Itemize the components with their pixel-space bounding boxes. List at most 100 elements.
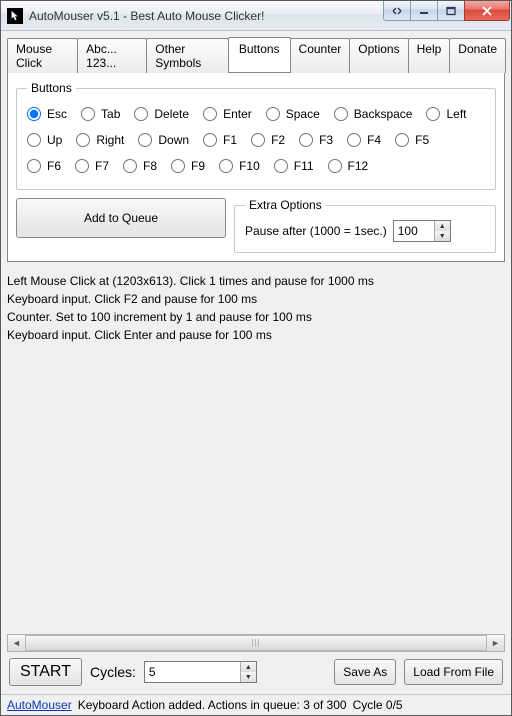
save-as-button[interactable]: Save As bbox=[334, 659, 396, 685]
radio-f4[interactable]: F4 bbox=[347, 133, 381, 147]
buttons-radio-list: Esc Tab Delete Enter Space Backspace Left Up Rig… bbox=[27, 101, 485, 179]
radio-label: F12 bbox=[348, 159, 369, 173]
radio-label: Down bbox=[158, 133, 189, 147]
pause-spin-up[interactable]: ▲ bbox=[435, 221, 450, 231]
status-bar: AutoMouser Keyboard Action added. Action… bbox=[1, 694, 511, 715]
radio-backspace[interactable]: Backspace bbox=[334, 107, 413, 121]
buttons-group-legend: Buttons bbox=[27, 81, 76, 95]
radio-input-f3[interactable] bbox=[299, 133, 313, 147]
tab-other-symbols[interactable]: Other Symbols bbox=[146, 38, 229, 73]
radio-enter[interactable]: Enter bbox=[203, 107, 252, 121]
pause-after-label: Pause after (1000 = 1sec.) bbox=[245, 224, 387, 238]
radio-input-up[interactable] bbox=[27, 133, 41, 147]
pause-after-spinner[interactable]: ▲ ▼ bbox=[393, 220, 451, 242]
status-cycle: Cycle 0/5 bbox=[353, 698, 403, 712]
radio-label: F10 bbox=[239, 159, 260, 173]
scroll-thumb[interactable] bbox=[25, 635, 487, 651]
radio-input-f5[interactable] bbox=[395, 133, 409, 147]
automouser-link[interactable]: AutoMouser bbox=[7, 698, 72, 712]
radio-f3[interactable]: F3 bbox=[299, 133, 333, 147]
load-from-file-button[interactable]: Load From File bbox=[404, 659, 503, 685]
radio-delete[interactable]: Delete bbox=[134, 107, 189, 121]
radio-f11[interactable]: F11 bbox=[274, 159, 314, 173]
radio-label: F9 bbox=[191, 159, 205, 173]
radio-f9[interactable]: F9 bbox=[171, 159, 205, 173]
radio-input-space[interactable] bbox=[266, 107, 280, 121]
cycles-spinner[interactable]: ▲ ▼ bbox=[144, 661, 257, 683]
pause-after-input[interactable] bbox=[394, 221, 434, 241]
radio-tab[interactable]: Tab bbox=[81, 107, 120, 121]
radio-label: Enter bbox=[223, 107, 252, 121]
add-to-queue-button[interactable]: Add to Queue bbox=[16, 198, 226, 238]
radio-space[interactable]: Space bbox=[266, 107, 320, 121]
radio-f7[interactable]: F7 bbox=[75, 159, 109, 173]
tab-abc123[interactable]: Abc... 123... bbox=[77, 38, 147, 73]
close-button[interactable] bbox=[464, 1, 510, 21]
queue-item[interactable]: Left Mouse Click at (1203x613). Click 1 … bbox=[7, 272, 505, 290]
scroll-right-arrow[interactable]: ► bbox=[487, 635, 504, 651]
tab-counter[interactable]: Counter bbox=[290, 38, 351, 73]
radio-input-f10[interactable] bbox=[219, 159, 233, 173]
radio-input-f4[interactable] bbox=[347, 133, 361, 147]
radio-f8[interactable]: F8 bbox=[123, 159, 157, 173]
radio-input-f6[interactable] bbox=[27, 159, 41, 173]
tab-mouse-click[interactable]: Mouse Click bbox=[7, 38, 78, 73]
cycles-spin-down[interactable]: ▼ bbox=[241, 672, 256, 682]
tab-options[interactable]: Options bbox=[349, 38, 408, 73]
radio-input-tab[interactable] bbox=[81, 107, 95, 121]
radio-right[interactable]: Right bbox=[76, 133, 124, 147]
tab-donate[interactable]: Donate bbox=[449, 38, 506, 73]
radio-label: Up bbox=[47, 133, 62, 147]
scroll-left-arrow[interactable]: ◄ bbox=[8, 635, 25, 651]
radio-input-down[interactable] bbox=[138, 133, 152, 147]
radio-input-f12[interactable] bbox=[328, 159, 342, 173]
radio-input-left[interactable] bbox=[426, 107, 440, 121]
radio-up[interactable]: Up bbox=[27, 133, 62, 147]
radio-input-f9[interactable] bbox=[171, 159, 185, 173]
minimize-button[interactable] bbox=[410, 1, 438, 21]
radio-input-f11[interactable] bbox=[274, 159, 288, 173]
horizontal-scrollbar[interactable]: ◄ ► bbox=[7, 634, 505, 652]
start-button[interactable]: START bbox=[9, 658, 82, 686]
cycles-input[interactable] bbox=[145, 662, 240, 682]
radio-label: F8 bbox=[143, 159, 157, 173]
radio-input-delete[interactable] bbox=[134, 107, 148, 121]
radio-input-enter[interactable] bbox=[203, 107, 217, 121]
radio-input-right[interactable] bbox=[76, 133, 90, 147]
extra-options-legend: Extra Options bbox=[245, 198, 326, 212]
radio-input-f8[interactable] bbox=[123, 159, 137, 173]
radio-f10[interactable]: F10 bbox=[219, 159, 260, 173]
queue-item[interactable]: Keyboard input. Click Enter and pause fo… bbox=[7, 326, 505, 344]
radio-input-backspace[interactable] bbox=[334, 107, 348, 121]
radio-f6[interactable]: F6 bbox=[27, 159, 61, 173]
radio-input-f2[interactable] bbox=[251, 133, 265, 147]
maximize-button[interactable] bbox=[437, 1, 465, 21]
radio-esc[interactable]: Esc bbox=[27, 107, 67, 121]
radio-label: F4 bbox=[367, 133, 381, 147]
pause-spin-down[interactable]: ▼ bbox=[435, 231, 450, 241]
radio-left[interactable]: Left bbox=[426, 107, 466, 121]
scroll-track[interactable] bbox=[25, 635, 487, 651]
radio-input-f1[interactable] bbox=[203, 133, 217, 147]
radio-label: Space bbox=[286, 107, 320, 121]
radio-down[interactable]: Down bbox=[138, 133, 189, 147]
radio-f5[interactable]: F5 bbox=[395, 133, 429, 147]
status-message: Keyboard Action added. Actions in queue:… bbox=[78, 698, 347, 712]
tab-strip: Mouse Click Abc... 123... Other Symbols … bbox=[7, 37, 505, 72]
queue-item[interactable]: Keyboard input. Click F2 and pause for 1… bbox=[7, 290, 505, 308]
radio-label: Delete bbox=[154, 107, 189, 121]
radio-label: Esc bbox=[47, 107, 67, 121]
radio-input-f7[interactable] bbox=[75, 159, 89, 173]
radio-f12[interactable]: F12 bbox=[328, 159, 369, 173]
tab-buttons[interactable]: Buttons bbox=[228, 37, 291, 72]
cycles-spin-up[interactable]: ▲ bbox=[241, 662, 256, 672]
radio-f1[interactable]: F1 bbox=[203, 133, 237, 147]
radio-label: Left bbox=[446, 107, 466, 121]
radio-label: Right bbox=[96, 133, 124, 147]
radio-f2[interactable]: F2 bbox=[251, 133, 285, 147]
client-area: Mouse Click Abc... 123... Other Symbols … bbox=[1, 31, 511, 694]
radio-input-esc[interactable] bbox=[27, 107, 41, 121]
tab-help[interactable]: Help bbox=[408, 38, 451, 73]
help-button[interactable] bbox=[383, 1, 411, 21]
queue-item[interactable]: Counter. Set to 100 increment by 1 and p… bbox=[7, 308, 505, 326]
